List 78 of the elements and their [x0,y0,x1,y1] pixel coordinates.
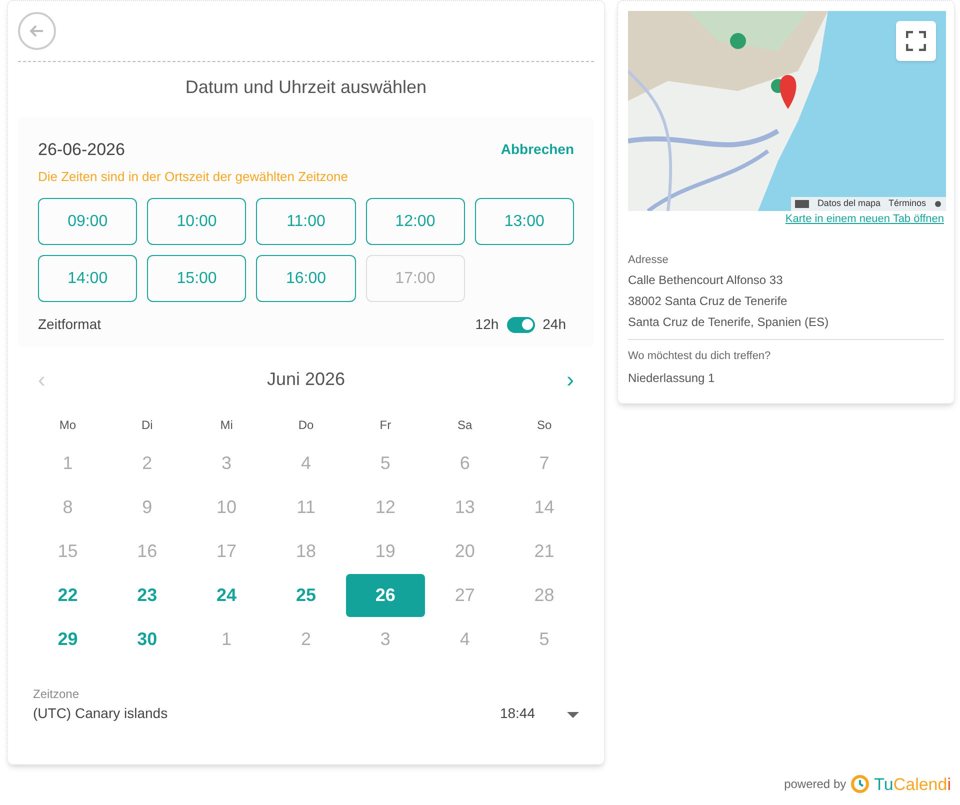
day-cell[interactable]: 30 [107,618,187,661]
format-option: 12h [475,314,499,335]
address-label: Adresse [628,252,670,268]
powered-by-text: powered by [784,776,846,794]
time-slot-button[interactable]: 10:00 [147,198,246,245]
day-cell[interactable]: 23 [107,574,187,617]
fullscreen-button[interactable] [896,21,936,61]
day-cell[interactable]: 13 [425,486,505,529]
weekday-label: Di [141,417,153,434]
time-slot-button[interactable]: 13:00 [474,198,574,245]
open-map-link[interactable]: Karte in einem neuen Tab öffnen [785,211,944,228]
day-cell[interactable]: 5 [346,442,426,485]
time-slot-button[interactable]: 11:00 [256,198,356,245]
day-cell[interactable]: 16 [107,530,187,573]
day-cell[interactable]: 2 [107,442,187,485]
weekday-label: Fr [380,417,392,434]
fullscreen-icon [906,31,926,51]
time-slot-button[interactable]: 14:00 [38,255,138,302]
timezone-value: (UTC) Canary islands [33,704,169,723]
meeting-label: Wo möchtest du dich treffen? [628,349,772,364]
timezone-time: 18:44 [500,704,535,723]
day-cell[interactable]: 3 [346,618,426,661]
day-cell[interactable]: 6 [425,442,505,485]
day-cell[interactable]: 18 [266,530,346,573]
logo-icon [850,774,870,794]
day-cell[interactable]: 3 [186,442,266,485]
page-title: Datum und Uhrzeit auswählen [184,76,428,99]
day-cell[interactable]: 29 [28,618,108,661]
day-cell[interactable]: 20 [425,530,505,573]
day-cell[interactable]: 14 [504,486,584,529]
time-slot-button[interactable]: 09:00 [38,198,138,245]
cancel-link[interactable]: Abbrechen [500,139,574,160]
time-slot-button[interactable]: 15:00 [147,255,246,302]
time-format-label: Zeitformat [38,315,102,334]
day-cell[interactable]: 8 [28,486,108,529]
format-toggle[interactable] [506,316,535,332]
day-cell[interactable]: 25 [266,574,346,617]
day-cell[interactable]: 7 [504,442,584,485]
map-attribution-link[interactable]: Términos [888,197,926,211]
day-cell[interactable]: 1 [28,442,108,485]
day-cell[interactable]: 27 [425,574,505,617]
day-cell[interactable]: 9 [107,486,187,529]
selected-date: 26-06-2026 [38,139,125,161]
day-cell[interactable]: 17 [186,530,266,573]
address-line: Calle Bethencourt Alfonso 33 [628,272,784,289]
address-line: Santa Cruz de Tenerife, Spanien (ES) [628,314,830,331]
day-cell[interactable]: 12 [346,486,426,529]
dropdown-caret-icon[interactable] [567,712,579,718]
time-slot-button[interactable]: 12:00 [366,198,465,245]
day-cell[interactable]: 26 [346,574,426,617]
day-cell[interactable]: 28 [504,574,584,617]
time-slot-button[interactable]: 16:00 [256,255,356,302]
day-cell[interactable]: 4 [425,618,505,661]
day-cell[interactable]: 2 [266,618,346,661]
day-cell[interactable]: 5 [504,618,584,661]
weekday-label: Mi [220,417,233,434]
day-cell[interactable]: 4 [266,442,346,485]
meeting-value: Niederlassung 1 [628,370,716,386]
timezone-notice: Die Zeiten sind in der Ortszeit der gewählten Zeitzone [38,168,349,186]
next-month-button[interactable]: › [566,363,574,396]
day-cell[interactable]: 19 [346,530,426,573]
format-option: 24h [542,314,566,335]
day-cell[interactable]: 1 [186,618,266,661]
timezone-label: Zeitzone [33,686,80,703]
day-cell[interactable]: 21 [504,530,584,573]
brand-logo-text: TuCalendi [874,774,951,796]
map-attribution-link[interactable]: Datos del mapa [817,197,880,211]
day-cell[interactable]: 22 [28,574,108,617]
weekday-label: Mo [59,417,76,434]
address-line: 38002 Santa Cruz de Tenerife [628,293,788,310]
weekday-label: Do [298,417,314,434]
day-cell[interactable]: 15 [28,530,108,573]
weekday-label: Sa [458,417,472,434]
month-title: Juni 2026 [266,368,346,391]
day-cell[interactable]: 11 [266,486,346,529]
weekday-label: So [536,417,552,434]
day-cell[interactable]: 10 [186,486,266,529]
day-cell[interactable]: 24 [186,574,266,617]
